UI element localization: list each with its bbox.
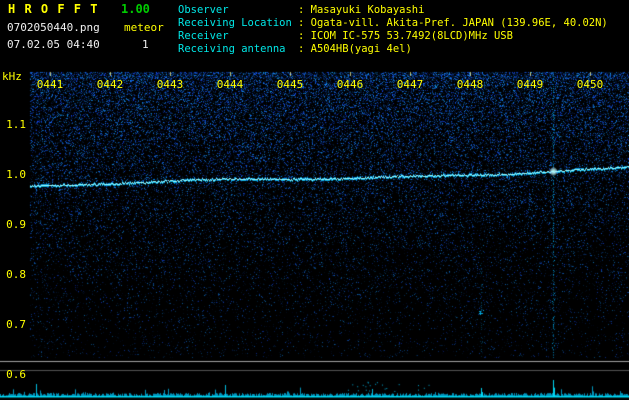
info-value-location: : Ogata-vill. Akita-Pref. JAPAN (139.96E… <box>298 17 608 29</box>
meteor-label: meteor <box>124 21 164 34</box>
time-tick-label-0447: 0447 <box>396 78 424 91</box>
info-row-observer: Observer : Masayuki Kobayashi <box>178 4 424 17</box>
app-version: 1.00 <box>121 2 150 16</box>
time-tick-label-0450: 0450 <box>576 78 604 91</box>
app-title: H R O F F T <box>8 2 99 16</box>
time-tick-label-0445: 0445 <box>276 78 304 91</box>
output-filename: 0702050440.png <box>7 21 100 34</box>
freq-tick-label-0-8: 0.8 <box>6 268 26 281</box>
freq-axis-unit: kHz <box>2 70 22 83</box>
info-value-antenna: : A504HB(yagi 4el) <box>298 43 412 55</box>
freq-tick-label-1-1: 1.1 <box>6 118 26 131</box>
freq-tick-label-0-9: 0.9 <box>6 218 26 231</box>
info-row-receiver: Receiver : ICOM IC-575 53.7492(8LCD)MHz U… <box>178 30 513 43</box>
info-row-location: Receiving Location : Ogata-vill. Akita-Pr… <box>178 17 608 30</box>
time-tick-label-0449: 0449 <box>516 78 544 91</box>
time-tick-label-0446: 0446 <box>336 78 364 91</box>
info-label-observer: Observer <box>178 4 229 16</box>
info-row-antenna: Receiving antenna : A504HB(yagi 4el) <box>178 43 412 56</box>
time-tick-label-0441: 0441 <box>36 78 64 91</box>
freq-tick-label-0-6: 0.6 <box>6 368 26 381</box>
time-tick-label-0448: 0448 <box>456 78 484 91</box>
info-label-location: Receiving Location <box>178 17 292 29</box>
info-value-observer: : Masayuki Kobayashi <box>298 4 425 16</box>
info-label-receiver: Receiver <box>178 30 229 42</box>
time-tick-label-0443: 0443 <box>156 78 184 91</box>
time-tick-label-0444: 0444 <box>216 78 244 91</box>
time-tick-label-0442: 0442 <box>96 78 124 91</box>
spectrogram-canvas <box>0 0 629 400</box>
info-label-antenna: Receiving antenna <box>178 43 286 55</box>
meteor-count: 1 <box>142 38 149 51</box>
hrofft-output: { "app": { "title": "H R O F F T", "vers… <box>0 0 629 400</box>
file-datetime: 07.02.05 04:40 <box>7 38 100 51</box>
freq-tick-label-0-7: 0.7 <box>6 318 26 331</box>
freq-tick-label-1-0: 1.0 <box>6 168 26 181</box>
info-value-receiver: : ICOM IC-575 53.7492(8LCD)MHz USB <box>298 30 513 42</box>
